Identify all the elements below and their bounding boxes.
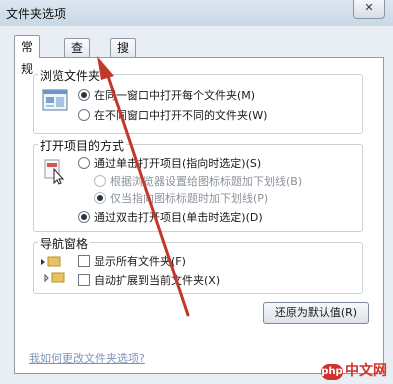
radio-same-window[interactable]: 在同一窗口中打开每个文件夹(M): [78, 87, 255, 103]
close-button[interactable]: ✕: [353, 0, 385, 19]
watermark-text: 中文网: [345, 363, 387, 379]
checkbox-show-all-folders[interactable]: 显示所有文件夹(F): [78, 253, 186, 269]
checkbox[interactable]: [78, 255, 90, 267]
tab-view[interactable]: 查看: [64, 38, 91, 73]
radio-double-click-label: 通过双击打开项目(单击时选定)(D): [94, 211, 263, 224]
radio-button[interactable]: [78, 211, 90, 223]
radio-same-window-label: 在同一窗口中打开每个文件夹(M): [94, 89, 256, 102]
open-items-group: 打开项目的方式 通过单击打开项目(指向时选定)(S) 根据浏览器设置给图标标题加…: [33, 137, 363, 232]
window-title: 文件夹选项: [6, 7, 67, 21]
radio-button[interactable]: [78, 89, 90, 101]
radio-underline-point[interactable]: 仅当指向图标标题时加下划线(P): [94, 190, 268, 206]
radio-underline-point-label: 仅当指向图标标题时加下划线(P): [110, 192, 269, 205]
checkbox[interactable]: [78, 274, 90, 286]
folder-options-window: 文件夹选项 ✕ 常规 查看 搜索 浏览文件夹 在同一窗口中打开每个文件夹(M) …: [0, 0, 393, 384]
checkbox-auto-expand[interactable]: 自动扩展到当前文件夹(X): [78, 272, 220, 288]
browse-folders-icon: [42, 89, 68, 111]
browse-folders-group: 浏览文件夹 在同一窗口中打开每个文件夹(M) 在不同窗口中打开不同的文件夹(W): [33, 67, 363, 134]
watermark-badge: php: [321, 364, 343, 380]
radio-underline-browser[interactable]: 根据浏览器设置给图标标题加下划线(B): [94, 173, 302, 189]
help-link[interactable]: 我如何更改文件夹选项?: [29, 350, 145, 366]
radio-new-window-label: 在不同窗口中打开不同的文件夹(W): [94, 109, 268, 122]
checkbox-auto-expand-label: 自动扩展到当前文件夹(X): [94, 274, 221, 287]
radio-single-click[interactable]: 通过单击打开项目(指向时选定)(S): [78, 155, 261, 171]
nav-pane-group: 导航窗格 显示所有文件夹(F) 自动扩展到当前文件夹(X): [33, 235, 363, 294]
tab-panel-general: 浏览文件夹 在同一窗口中打开每个文件夹(M) 在不同窗口中打开不同的文件夹(W)…: [14, 57, 384, 374]
click-pointer-icon: [44, 159, 65, 185]
folder-tree-icon: [41, 256, 65, 283]
radio-new-window[interactable]: 在不同窗口中打开不同的文件夹(W): [78, 107, 267, 123]
radio-underline-browser-label: 根据浏览器设置给图标标题加下划线(B): [110, 175, 303, 188]
radio-button[interactable]: [94, 175, 106, 187]
watermark-logo: php 中文网: [321, 360, 387, 380]
radio-double-click[interactable]: 通过双击打开项目(单击时选定)(D): [78, 209, 263, 225]
radio-button[interactable]: [78, 109, 90, 121]
browse-folders-label: 浏览文件夹: [38, 67, 103, 84]
radio-button[interactable]: [94, 192, 106, 204]
radio-single-click-label: 通过单击打开项目(指向时选定)(S): [94, 157, 262, 170]
title-bar: 文件夹选项 ✕: [0, 0, 393, 26]
restore-defaults-button[interactable]: 还原为默认值(R): [263, 302, 369, 324]
radio-button[interactable]: [78, 157, 90, 169]
nav-pane-label: 导航窗格: [38, 235, 91, 252]
open-items-label: 打开项目的方式: [38, 137, 127, 154]
tab-search[interactable]: 搜索: [110, 38, 137, 73]
tab-general[interactable]: 常规: [14, 35, 41, 76]
checkbox-show-all-folders-label: 显示所有文件夹(F): [94, 255, 186, 268]
